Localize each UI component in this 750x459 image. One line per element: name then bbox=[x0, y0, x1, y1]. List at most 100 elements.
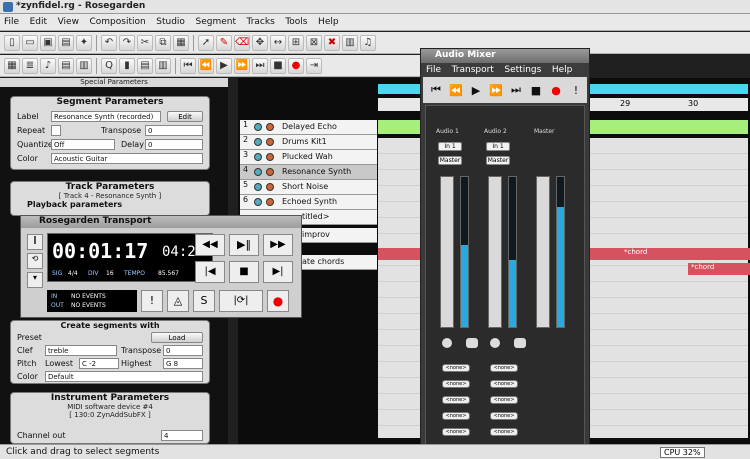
rewind-start-icon[interactable]: ⏮ bbox=[180, 57, 196, 74]
triggers-icon[interactable]: ▥ bbox=[76, 57, 92, 74]
plugin-slot[interactable]: <none> bbox=[490, 428, 518, 436]
record-arm-icon[interactable] bbox=[266, 198, 274, 206]
play-pause-icon[interactable]: ▶‖ bbox=[229, 234, 259, 256]
play-icon[interactable]: ▶ bbox=[469, 84, 483, 97]
input-2-button[interactable]: In 1 bbox=[486, 142, 510, 151]
plugin-slot[interactable]: <none> bbox=[442, 412, 470, 420]
track-row[interactable]: 1 Delayed Echo bbox=[240, 120, 377, 135]
ffwd-end-icon[interactable]: ⏭ bbox=[509, 83, 523, 97]
paste-icon[interactable]: ▦ bbox=[173, 34, 189, 51]
to-end-icon[interactable]: ▶| bbox=[263, 261, 293, 283]
resize-tool-icon[interactable]: ↔ bbox=[270, 34, 286, 51]
mixer-menu-settings[interactable]: Settings bbox=[499, 63, 544, 75]
mixer-menu-file[interactable]: File bbox=[421, 63, 444, 75]
move-tool-icon[interactable]: ✥ bbox=[252, 34, 268, 51]
chord-segment-b[interactable]: *chord bbox=[688, 263, 750, 275]
mute-icon[interactable] bbox=[254, 153, 262, 161]
mixer-menu-transport[interactable]: Transport bbox=[447, 63, 497, 75]
redo-icon[interactable]: ↷ bbox=[119, 34, 135, 51]
cut-icon[interactable]: ✂ bbox=[137, 34, 153, 51]
repeat-checkbox[interactable] bbox=[51, 125, 61, 136]
panic-icon[interactable]: ! bbox=[141, 290, 163, 312]
percussion-icon[interactable]: ▤ bbox=[58, 57, 74, 74]
rewind-icon[interactable]: ⏪ bbox=[198, 57, 214, 74]
stereo-toggle-2[interactable] bbox=[514, 338, 526, 348]
label-field[interactable]: Resonance Synth (recorded) bbox=[51, 111, 161, 122]
fast-forward-icon[interactable]: ▶▶ bbox=[263, 234, 293, 256]
mixer-menu-help[interactable]: Help bbox=[547, 63, 576, 75]
channel-select[interactable]: 4 bbox=[161, 430, 203, 441]
fader-master[interactable] bbox=[536, 176, 550, 328]
edit-button[interactable]: Edit bbox=[167, 111, 203, 122]
mute-icon[interactable] bbox=[254, 183, 262, 191]
stop-icon[interactable]: ■ bbox=[529, 84, 543, 97]
record-arm-icon[interactable] bbox=[266, 168, 274, 176]
track-label[interactable]: Plucked Wah bbox=[282, 152, 333, 161]
plugin-slot[interactable]: <none> bbox=[442, 396, 470, 404]
event-list-icon[interactable]: ≣ bbox=[22, 57, 38, 74]
track-label[interactable]: ate chords bbox=[302, 257, 344, 266]
save-as-icon[interactable]: ▤ bbox=[58, 34, 74, 51]
input-1-button[interactable]: In 1 bbox=[438, 142, 462, 151]
studio-icon[interactable]: ▦ bbox=[4, 57, 20, 74]
transport-title[interactable]: Rosegarden Transport bbox=[21, 216, 301, 228]
delay-select[interactable]: 0 bbox=[145, 139, 203, 150]
clef-select[interactable]: treble bbox=[45, 345, 117, 356]
output-1-button[interactable]: Master bbox=[438, 156, 462, 165]
rewind-start-icon[interactable]: ⏮ bbox=[429, 83, 443, 97]
cs-color-select[interactable]: Default bbox=[45, 371, 203, 382]
metronome-icon[interactable]: ◬ bbox=[167, 290, 189, 312]
track-row[interactable]: 2 Drums Kit1 bbox=[240, 135, 377, 150]
menu-view[interactable]: View bbox=[54, 14, 83, 27]
new-file-icon[interactable]: ▯ bbox=[4, 34, 20, 51]
fader-audio-1[interactable] bbox=[440, 176, 454, 328]
mixer-title[interactable]: Audio Mixer bbox=[421, 49, 589, 63]
menu-edit[interactable]: Edit bbox=[26, 14, 51, 27]
quantize-select[interactable]: Off bbox=[51, 139, 115, 150]
solo-icon[interactable]: S bbox=[193, 290, 215, 312]
matrix-icon[interactable]: ▥ bbox=[342, 34, 358, 51]
record-arm-icon[interactable] bbox=[266, 138, 274, 146]
track-label[interactable]: Echoed Synth bbox=[282, 197, 337, 206]
note-icon[interactable]: ♪ bbox=[40, 57, 56, 74]
undo-icon[interactable]: ↶ bbox=[101, 34, 117, 51]
record-arm-icon[interactable] bbox=[266, 123, 274, 131]
color-select[interactable]: Acoustic Guitar bbox=[51, 153, 203, 164]
delete-icon[interactable]: ✖ bbox=[324, 34, 340, 51]
plugin-slot[interactable]: <none> bbox=[490, 364, 518, 372]
fader-audio-2[interactable] bbox=[488, 176, 502, 328]
mute-icon[interactable] bbox=[254, 198, 262, 206]
pause-icon[interactable]: ‖ bbox=[27, 234, 43, 250]
highest-field[interactable]: G 8 bbox=[163, 358, 203, 369]
notation-icon[interactable]: ♫ bbox=[360, 34, 376, 51]
fast-forward-icon[interactable]: ⏩ bbox=[234, 57, 250, 74]
save-icon[interactable]: ▣ bbox=[40, 34, 56, 51]
chord-segment-a[interactable]: *chord bbox=[621, 248, 689, 260]
record-icon[interactable]: ● bbox=[267, 290, 289, 312]
menu-tracks[interactable]: Tracks bbox=[243, 14, 279, 27]
track-row[interactable]: 5 Short Noise bbox=[240, 180, 377, 195]
track-label[interactable]: Resonance Synth bbox=[282, 167, 351, 176]
midi-mixer-icon[interactable]: ▥ bbox=[155, 57, 171, 74]
rewind-icon[interactable]: ◀◀ bbox=[195, 234, 225, 256]
plugin-slot[interactable]: <none> bbox=[490, 380, 518, 388]
mute-icon[interactable] bbox=[254, 123, 262, 131]
copy-icon[interactable]: ⧉ bbox=[155, 34, 171, 51]
collapse-icon[interactable]: ▾ bbox=[27, 272, 43, 288]
panic-icon[interactable]: ! bbox=[569, 84, 583, 97]
quantize-icon[interactable]: Q bbox=[101, 57, 117, 74]
track-row[interactable]: 3 Plucked Wah bbox=[240, 150, 377, 165]
plugin-slot[interactable]: <none> bbox=[490, 396, 518, 404]
pan-knob-2[interactable] bbox=[490, 338, 500, 348]
output-2-button[interactable]: Master bbox=[486, 156, 510, 165]
stop-icon[interactable]: ■ bbox=[270, 57, 286, 74]
menu-tools[interactable]: Tools bbox=[281, 14, 311, 27]
to-start-icon[interactable]: |◀ bbox=[195, 261, 225, 283]
fast-forward-icon[interactable]: ⏩ bbox=[489, 84, 503, 97]
record-icon[interactable]: ● bbox=[549, 84, 563, 97]
plugin-slot[interactable]: <none> bbox=[442, 380, 470, 388]
track-row-selected[interactable]: 4 Resonance Synth bbox=[240, 165, 377, 180]
track-row[interactable]: 6 Echoed Synth bbox=[240, 195, 377, 210]
mixer-icon[interactable]: ▮ bbox=[119, 57, 135, 74]
track-label[interactable]: titled> bbox=[302, 212, 329, 221]
